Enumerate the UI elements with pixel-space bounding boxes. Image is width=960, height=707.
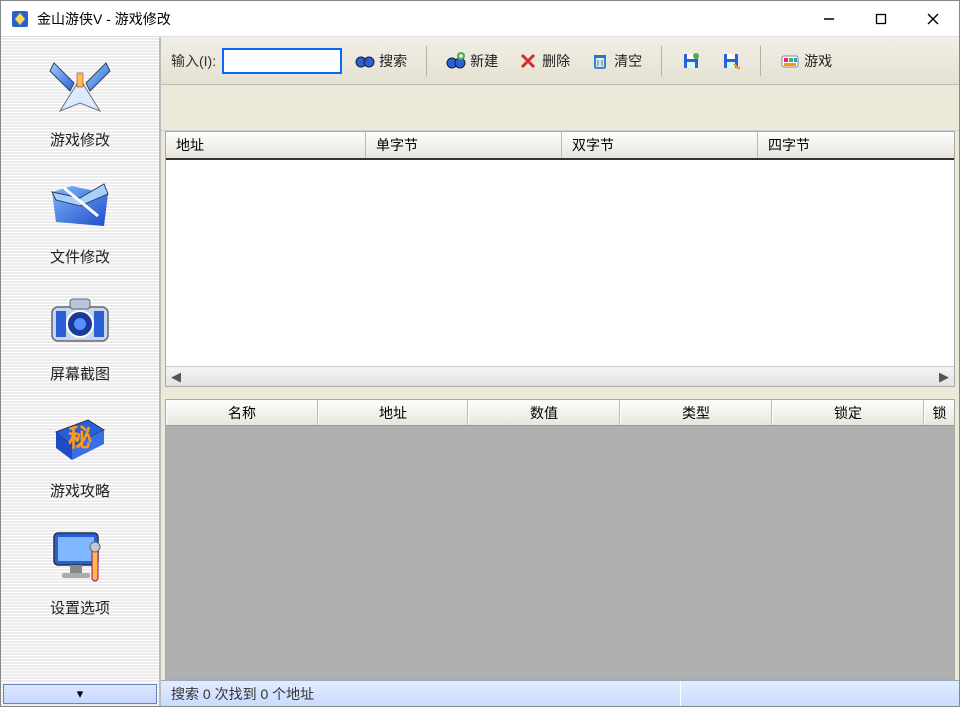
column-header-name[interactable]: 名称 (166, 400, 318, 425)
column-header-lock[interactable]: 锁定 (772, 400, 924, 425)
toolbar-spacer (161, 85, 959, 131)
scroll-left-icon[interactable]: ◀ (166, 368, 186, 386)
grid-header: 名称 地址 数值 类型 锁定 锁 (166, 400, 954, 426)
column-header-address[interactable]: 地址 (318, 400, 468, 425)
input-label: 输入(I): (171, 51, 216, 71)
save-button[interactable] (674, 46, 708, 76)
column-header-type[interactable]: 类型 (620, 400, 772, 425)
sidebar: 游戏修改 文件修改 (1, 37, 161, 706)
binoculars-icon (355, 51, 375, 71)
new-button[interactable]: 新建 (439, 46, 505, 76)
locked-values-grid: 名称 地址 数值 类型 锁定 锁 (165, 399, 955, 680)
statusbar: 搜索 0 次找到 0 个地址 (161, 680, 959, 706)
separator (661, 46, 662, 76)
column-header-address[interactable]: 地址 (166, 132, 366, 158)
binoculars-plus-icon (446, 51, 466, 71)
separator (426, 46, 427, 76)
book-icon: 秘 (44, 402, 116, 474)
status-text: 搜索 0 次找到 0 个地址 (161, 681, 681, 706)
sidebar-item-label: 设置选项 (50, 597, 110, 618)
sidebar-item-screenshot[interactable]: 屏幕截图 (1, 277, 159, 394)
search-results-grid: 地址 单字节 双字节 四字节 ◀ ▶ (165, 131, 955, 387)
column-header-value[interactable]: 数值 (468, 400, 620, 425)
sidebar-item-label: 屏幕截图 (50, 363, 110, 384)
sidebar-item-game-modify[interactable]: 游戏修改 (1, 43, 159, 160)
close-button[interactable] (907, 1, 959, 37)
horizontal-scrollbar[interactable]: ◀ ▶ (166, 366, 954, 386)
window-title: 金山游侠V - 游戏修改 (37, 9, 803, 29)
scroll-right-icon[interactable]: ▶ (934, 368, 954, 386)
main-panel: 输入(I): 搜索 新建 删除 清空 (161, 37, 959, 706)
toolbar: 输入(I): 搜索 新建 删除 清空 (161, 37, 959, 85)
game-icon (780, 51, 800, 71)
trash-icon (590, 51, 610, 71)
delete-button[interactable]: 删除 (511, 46, 577, 76)
column-header-byte4[interactable]: 四字节 (758, 132, 954, 158)
maximize-button[interactable] (855, 1, 907, 37)
open-button[interactable] (714, 46, 748, 76)
svg-text:秘: 秘 (68, 424, 92, 452)
floppy-icon (681, 51, 701, 71)
column-header-byte1[interactable]: 单字节 (366, 132, 562, 158)
sidebar-item-settings[interactable]: 设置选项 (1, 511, 159, 628)
x-icon (518, 51, 538, 71)
game-button[interactable]: 游戏 (773, 46, 839, 76)
monitor-icon (44, 519, 116, 591)
search-input[interactable] (222, 48, 342, 74)
clear-button[interactable]: 清空 (583, 46, 649, 76)
swords-icon (44, 51, 116, 123)
status-spacer (681, 681, 959, 706)
camera-icon (44, 285, 116, 357)
chevron-down-icon: ▾ (77, 686, 84, 702)
search-button[interactable]: 搜索 (348, 46, 414, 76)
folder-icon (44, 168, 116, 240)
grid-body[interactable] (166, 160, 954, 366)
minimize-button[interactable] (803, 1, 855, 37)
sidebar-item-label: 游戏攻略 (50, 480, 110, 501)
titlebar: 金山游侠V - 游戏修改 (1, 1, 959, 37)
column-header-byte2[interactable]: 双字节 (562, 132, 758, 158)
column-header-lock2[interactable]: 锁 (924, 400, 954, 425)
sidebar-item-strategy[interactable]: 秘 游戏攻略 (1, 394, 159, 511)
sidebar-item-label: 游戏修改 (50, 129, 110, 150)
grid-header: 地址 单字节 双字节 四字节 (166, 132, 954, 160)
separator (760, 46, 761, 76)
sidebar-expand-button[interactable]: ▾ (3, 684, 157, 704)
floppy-open-icon (721, 51, 741, 71)
app-icon (11, 10, 29, 28)
grid-body[interactable] (166, 426, 954, 679)
sidebar-item-file-modify[interactable]: 文件修改 (1, 160, 159, 277)
sidebar-item-label: 文件修改 (50, 246, 110, 267)
